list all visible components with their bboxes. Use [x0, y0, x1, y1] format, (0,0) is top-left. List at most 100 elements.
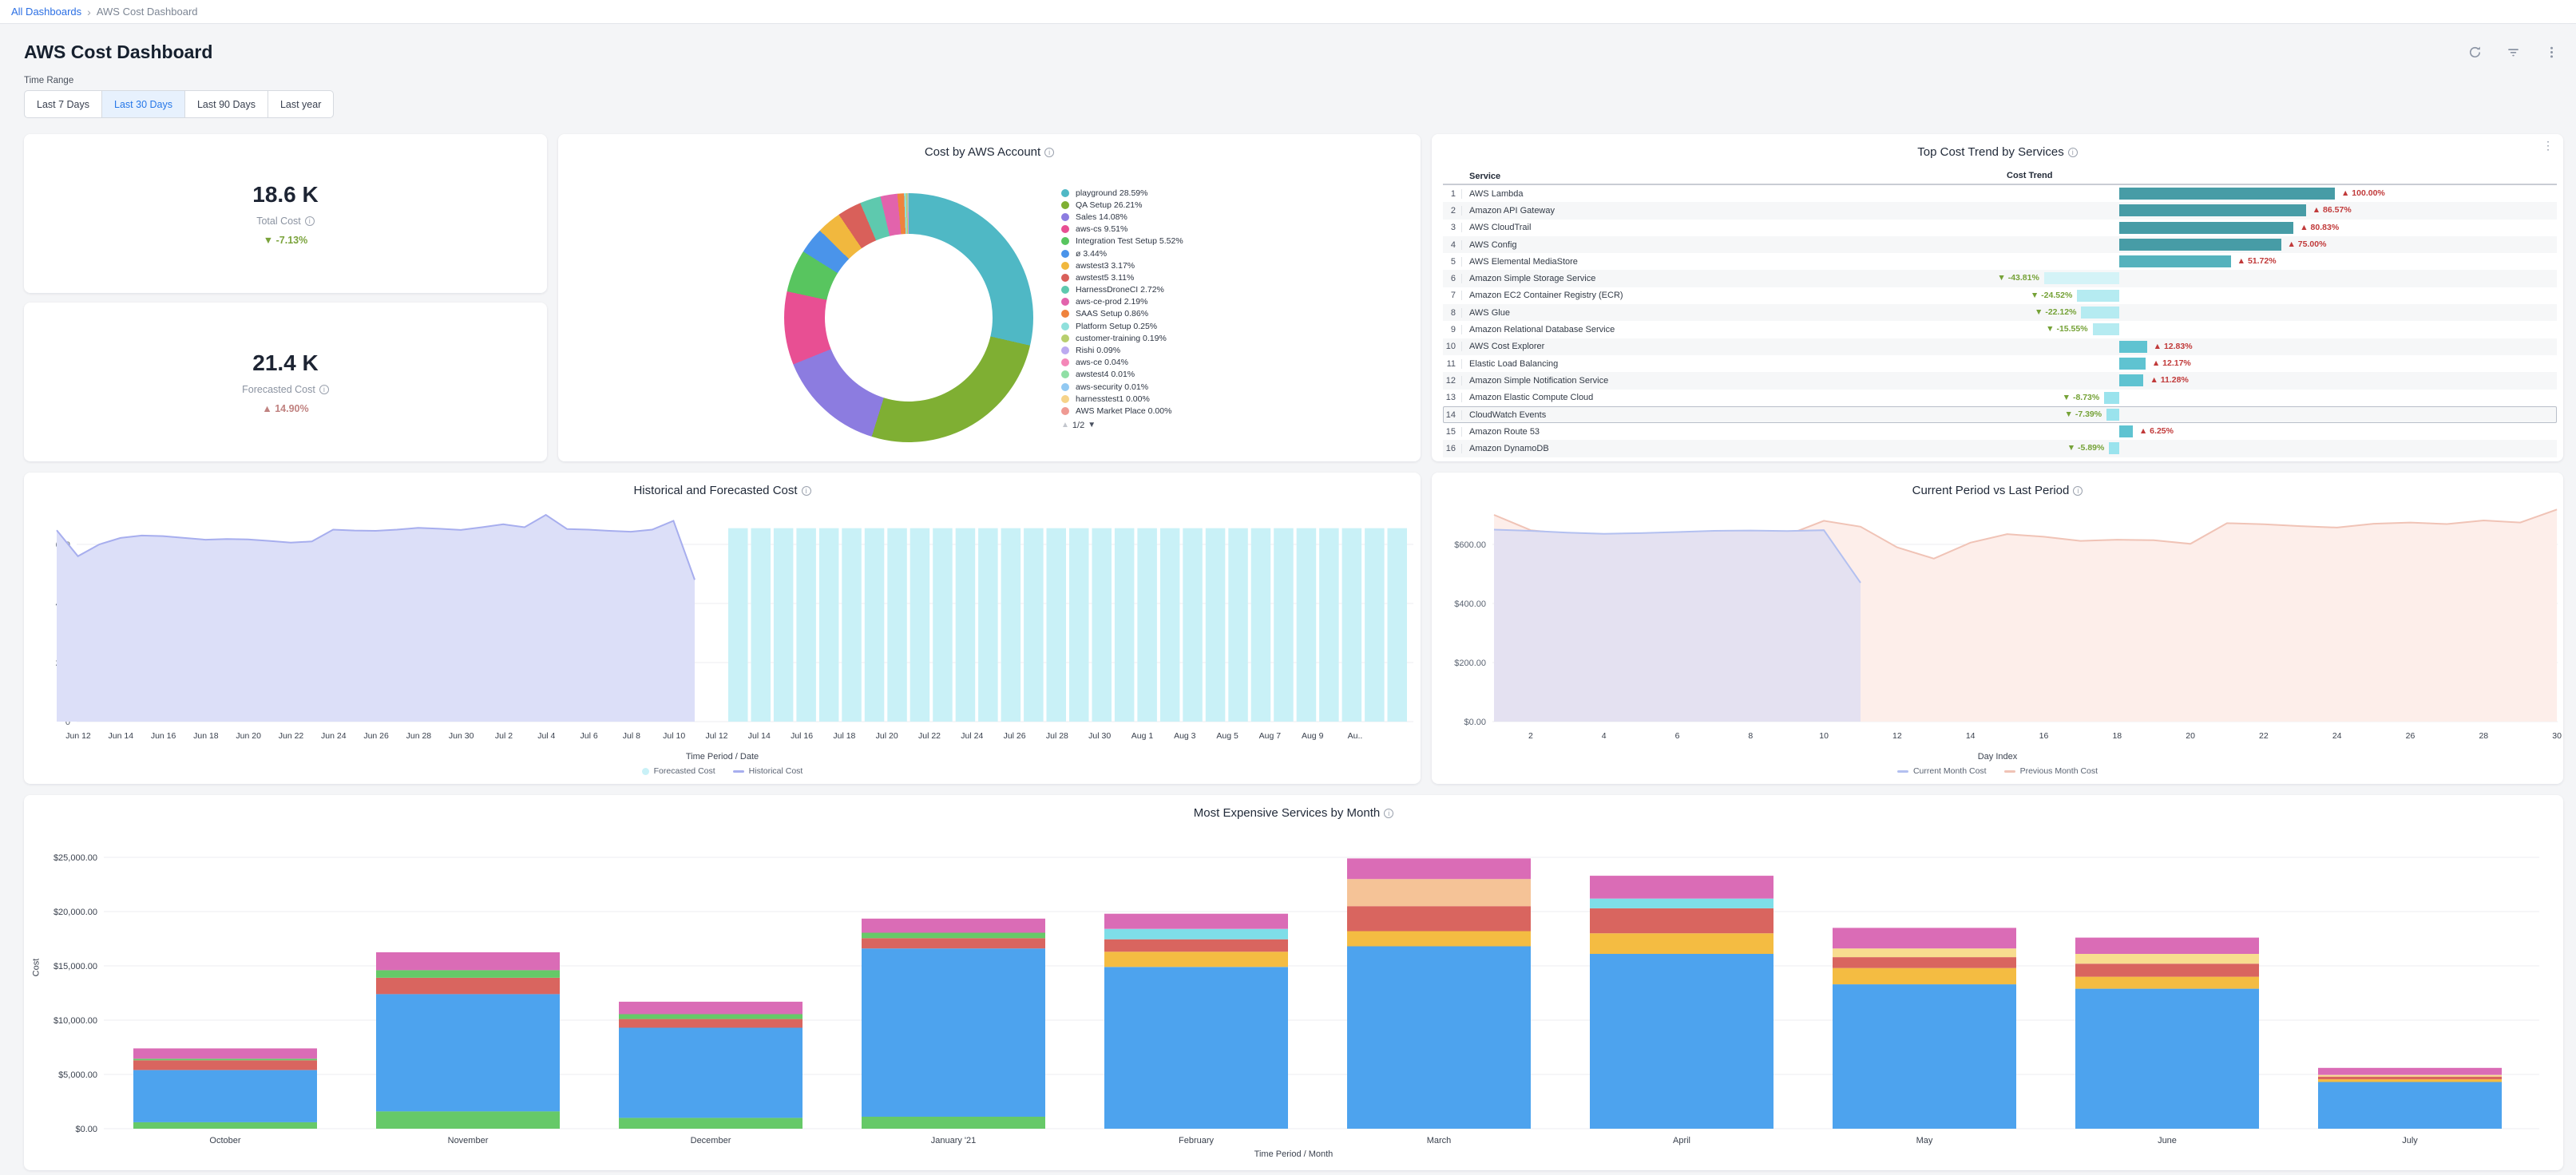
legend-dot-icon [1061, 383, 1069, 391]
donut-legend-item[interactable]: awstest5 3.11% [1061, 271, 1183, 283]
row-service: Amazon Route 53 [1462, 427, 1999, 437]
table-row[interactable]: 8 AWS Glue ▼ -22.12% [1443, 304, 2557, 321]
row-service: Amazon DynamoDB [1462, 444, 1999, 453]
row-service: AWS Elemental MediaStore [1462, 257, 1999, 267]
legend-previous-month[interactable]: Previous Month Cost [2004, 766, 2098, 776]
table-row[interactable]: 3 AWS CloudTrail ▲ 80.83% [1443, 220, 2557, 236]
svg-text:Aug 5: Aug 5 [1216, 731, 1238, 741]
donut-legend-item[interactable]: Sales 14.08% [1061, 211, 1183, 223]
table-row[interactable]: 11 Elastic Load Balancing ▲ 12.17% [1443, 355, 2557, 372]
services-table: Service Cost Trend1 AWS Lambda ▲ 100.00%… [1443, 169, 2557, 457]
period-compare-card: Current Period vs Last Period $0.00$200.… [1432, 473, 2563, 784]
legend-dot-icon [1061, 358, 1069, 366]
row-rank: 15 [1443, 427, 1462, 437]
trend-bar [2119, 358, 2146, 370]
legend-dot-icon [1061, 370, 1069, 378]
info-icon[interactable] [319, 385, 329, 394]
column-service[interactable]: Service [1462, 172, 1999, 181]
table-row[interactable]: 10 AWS Cost Explorer ▲ 12.83% [1443, 338, 2557, 355]
svg-text:Aug 7: Aug 7 [1259, 731, 1282, 741]
table-row[interactable]: 9 Amazon Relational Database Service ▼ -… [1443, 321, 2557, 338]
donut-legend-pagination: ▲1/2▼ [1061, 421, 1183, 430]
svg-text:Jun 18: Jun 18 [193, 731, 219, 741]
trend-value: ▲ 100.00% [2341, 188, 2385, 198]
donut-legend-item[interactable]: aws-ce 0.04% [1061, 357, 1183, 369]
cost-by-account-card: Cost by AWS Account playground 28.59%QA … [558, 134, 1421, 461]
donut-legend-item[interactable]: AWS Market Place 0.00% [1061, 405, 1183, 417]
info-icon[interactable] [1384, 809, 1393, 818]
donut-legend-item[interactable]: Rishi 0.09% [1061, 344, 1183, 356]
more-options-icon[interactable] [2544, 45, 2558, 59]
row-rank: 2 [1443, 206, 1462, 216]
monthly-services-chart: $0.00$5,000.00$10,000.00$15,000.00$20,00… [24, 822, 2563, 1161]
donut-legend-item[interactable]: aws-ce-prod 2.19% [1061, 296, 1183, 308]
trend-value: ▲ 6.25% [2139, 426, 2174, 436]
donut-legend-item[interactable]: aws-cs 9.51% [1061, 224, 1183, 235]
svg-text:Jun 16: Jun 16 [151, 731, 176, 741]
table-row[interactable]: 1 AWS Lambda ▲ 100.00% [1443, 185, 2557, 202]
donut-legend: playground 28.59%QA Setup 26.21%Sales 14… [1061, 187, 1183, 430]
svg-text:$10,000.00: $10,000.00 [54, 1016, 97, 1026]
donut-legend-item[interactable]: playground 28.59% [1061, 187, 1183, 199]
table-row[interactable]: 6 Amazon Simple Storage Service ▼ -43.81… [1443, 270, 2557, 287]
donut-legend-item[interactable]: awstest3 3.17% [1061, 259, 1183, 271]
info-icon[interactable] [1044, 148, 1054, 157]
info-icon[interactable] [802, 486, 811, 496]
legend-page-down-icon[interactable]: ▼ [1088, 421, 1096, 429]
table-row[interactable]: 15 Amazon Route 53 ▲ 6.25% [1443, 423, 2557, 440]
total-cost-delta: ▼ -7.13% [264, 235, 307, 246]
row-service: Amazon EC2 Container Registry (ECR) [1462, 291, 1999, 300]
legend-dot-icon [1061, 213, 1069, 221]
svg-text:Jul 14: Jul 14 [748, 731, 771, 741]
column-cost-trend[interactable]: Cost Trend [1999, 169, 2557, 184]
trend-bar [2119, 188, 2335, 200]
table-row[interactable]: 13 Amazon Elastic Compute Cloud ▼ -8.73% [1443, 390, 2557, 406]
card-menu-icon[interactable]: ⋮ [2542, 144, 2554, 148]
refresh-icon[interactable] [2467, 45, 2482, 59]
cost-by-account-donut[interactable] [784, 193, 1033, 442]
donut-chart-title: Cost by AWS Account [558, 145, 1421, 159]
filter-icon[interactable] [2506, 45, 2520, 59]
svg-text:December: December [691, 1136, 731, 1145]
historical-legend: Forecasted Cost Historical Cost [24, 766, 1421, 776]
row-service: AWS Cost Explorer [1462, 342, 1999, 351]
donut-legend-item[interactable]: SAAS Setup 0.86% [1061, 308, 1183, 320]
info-icon[interactable] [2068, 148, 2078, 157]
table-row[interactable]: 4 AWS Config ▲ 75.00% [1443, 236, 2557, 253]
time-range-last-90-days[interactable]: Last 90 Days [184, 90, 268, 118]
legend-current-month[interactable]: Current Month Cost [1897, 766, 1987, 776]
breadcrumb-all-dashboards-link[interactable]: All Dashboards [11, 6, 81, 18]
donut-legend-item[interactable]: HarnessDroneCI 2.72% [1061, 284, 1183, 296]
time-range-last-30-days[interactable]: Last 30 Days [101, 90, 185, 118]
trend-value: ▼ -5.89% [2067, 443, 2105, 453]
legend-historical-cost[interactable]: Historical Cost [733, 766, 803, 776]
table-row[interactable]: 16 Amazon DynamoDB ▼ -5.89% [1443, 440, 2557, 457]
row-service: CloudWatch Events [1462, 410, 1999, 420]
row-service: Amazon API Gateway [1462, 206, 1999, 216]
donut-legend-item[interactable]: awstest4 0.01% [1061, 369, 1183, 381]
table-row[interactable]: 7 Amazon EC2 Container Registry (ECR) ▼ … [1443, 287, 2557, 304]
donut-legend-item[interactable]: Platform Setup 0.25% [1061, 320, 1183, 332]
donut-legend-item[interactable]: aws-security 0.01% [1061, 381, 1183, 393]
donut-legend-item[interactable]: customer-training 0.19% [1061, 332, 1183, 344]
table-row[interactable]: 14 CloudWatch Events ▼ -7.39% [1443, 406, 2557, 423]
donut-legend-item[interactable]: QA Setup 26.21% [1061, 199, 1183, 211]
table-row[interactable]: 5 AWS Elemental MediaStore ▲ 51.72% [1443, 253, 2557, 270]
time-range-last-year[interactable]: Last year [268, 90, 334, 118]
table-row[interactable]: 12 Amazon Simple Notification Service ▲ … [1443, 372, 2557, 389]
legend-page-up-icon[interactable]: ▲ [1061, 421, 1069, 429]
table-row[interactable]: 2 Amazon API Gateway ▲ 86.57% [1443, 202, 2557, 219]
donut-legend-item[interactable]: Integration Test Setup 5.52% [1061, 235, 1183, 247]
time-range-last-7-days[interactable]: Last 7 Days [24, 90, 102, 118]
donut-legend-item[interactable]: harnesstest1 0.00% [1061, 393, 1183, 405]
svg-text:14: 14 [1966, 731, 1976, 741]
legend-forecasted-cost[interactable]: Forecasted Cost [642, 766, 715, 776]
svg-text:Au..: Au.. [1348, 731, 1363, 741]
svg-text:Jul 30: Jul 30 [1088, 731, 1111, 741]
trend-value: ▼ -8.73% [2063, 393, 2100, 402]
info-icon[interactable] [2073, 486, 2083, 496]
row-rank: 11 [1443, 359, 1462, 369]
donut-legend-item[interactable]: ø 3.44% [1061, 247, 1183, 259]
info-icon[interactable] [305, 216, 315, 226]
page-title: AWS Cost Dashboard [24, 42, 212, 63]
